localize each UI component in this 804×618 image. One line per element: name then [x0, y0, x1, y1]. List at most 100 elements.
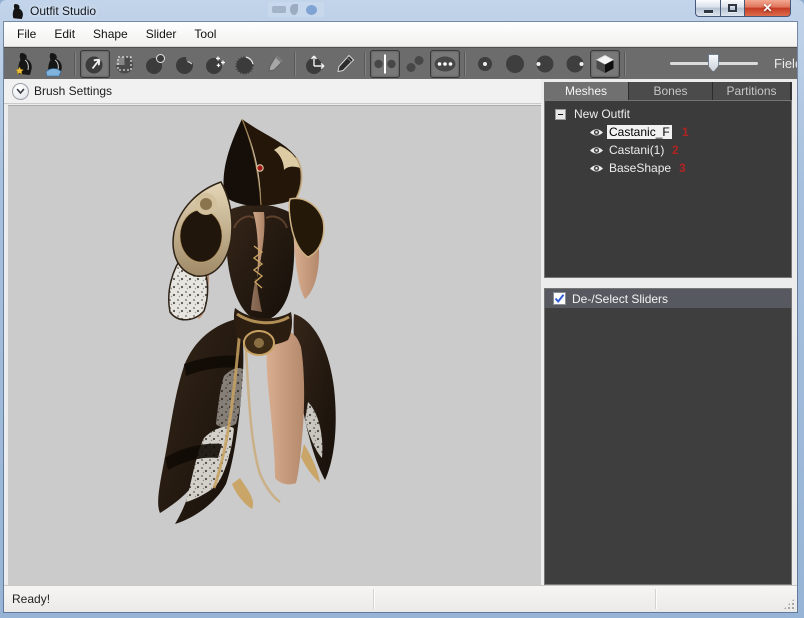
titlebar[interactable]: Outfit Studio ✕ — [0, 0, 804, 22]
tree-item-label: Castanic_F — [607, 125, 672, 139]
brush-falloff-center-button[interactable] — [470, 50, 500, 78]
perspective-view-cube-icon — [593, 52, 617, 76]
tab-meshes[interactable]: Meshes — [544, 82, 629, 100]
menu-bar: File Edit Shape Slider Tool — [4, 22, 797, 47]
toolbar-separator — [74, 52, 76, 76]
brush-settings-label: Brush Settings — [34, 84, 112, 98]
client-area: File Edit Shape Slider Tool — [4, 22, 797, 612]
titlebar-glass-artifacts — [268, 2, 324, 17]
brush-falloff-left-button[interactable] — [530, 50, 560, 78]
viewport-3d[interactable] — [8, 105, 541, 585]
toolbar-separator — [364, 52, 366, 76]
right-panel: Meshes Bones Partitions New Outfit Casta… — [544, 82, 792, 585]
select-tool-icon — [83, 52, 107, 76]
toolbar-separator — [294, 52, 296, 76]
brush-falloff-right-icon — [563, 52, 587, 76]
brush-falloff-center-icon — [473, 52, 497, 76]
minimize-button[interactable] — [695, 0, 720, 17]
deflate-brush-icon — [173, 52, 197, 76]
brush-settings-toggle[interactable] — [12, 83, 29, 100]
status-divider — [655, 589, 657, 609]
close-icon: ✕ — [762, 1, 772, 15]
load-project-button[interactable] — [40, 50, 70, 78]
edit-connected-only-button[interactable] — [400, 50, 430, 78]
pen-tool-button[interactable] — [330, 50, 360, 78]
deselect-sliders-label: De-/Select Sliders — [572, 292, 668, 306]
maximize-button[interactable] — [720, 0, 745, 17]
meshes-tree: New Outfit Castanic_F 1 Castani(1) — [544, 100, 792, 278]
brush-falloff-left-icon — [533, 52, 557, 76]
resize-grip[interactable] — [783, 598, 795, 610]
outfit-model — [8, 106, 541, 585]
maximize-icon — [728, 4, 737, 12]
field-of-view-slider-thumb[interactable] — [708, 54, 719, 72]
checkmark-icon — [554, 293, 565, 304]
menu-edit[interactable]: Edit — [45, 24, 84, 44]
deflate-brush-button[interactable] — [170, 50, 200, 78]
tree-item-castani-1[interactable]: Castani(1) 2 — [545, 141, 791, 159]
weight-brush-icon — [263, 52, 287, 76]
outfit-studio-window: Outfit Studio ✕ File Edit Shape Slider T… — [0, 0, 804, 618]
weight-brush-button[interactable] — [260, 50, 290, 78]
menu-tool[interactable]: Tool — [185, 24, 225, 44]
panel-tabs: Meshes Bones Partitions — [544, 82, 792, 100]
edit-connected-only-icon — [403, 52, 427, 76]
toolbar-separator — [624, 52, 626, 76]
move-brush-button[interactable] — [200, 50, 230, 78]
annotation-2: 2 — [672, 143, 679, 157]
global-brush-collision-icon — [433, 52, 457, 76]
brush-falloff-full-icon — [503, 52, 527, 76]
minimize-icon — [704, 10, 713, 13]
tree-root-label: New Outfit — [572, 107, 632, 121]
menu-shape[interactable]: Shape — [84, 24, 137, 44]
brush-falloff-full-button[interactable] — [500, 50, 530, 78]
brush-settings-bar: Brush Settings — [4, 79, 541, 104]
collapse-icon[interactable] — [555, 109, 566, 120]
field-of-view-slider[interactable] — [670, 62, 758, 65]
x-mirror-button[interactable] — [370, 50, 400, 78]
tree-item-castanic-f[interactable]: Castanic_F 1 — [545, 123, 791, 141]
new-project-button[interactable] — [10, 50, 40, 78]
perspective-view-button[interactable] — [590, 50, 620, 78]
mask-brush-button[interactable] — [110, 50, 140, 78]
toolbar-separator — [464, 52, 466, 76]
new-project-icon — [12, 51, 38, 77]
inflate-brush-icon — [143, 52, 167, 76]
status-divider — [373, 589, 375, 609]
annotation-1: 1 — [682, 125, 689, 139]
window-controls: ✕ — [695, 0, 791, 17]
inflate-brush-button[interactable] — [140, 50, 170, 78]
x-mirror-icon — [373, 52, 397, 76]
field-of-view-control: Field of — [670, 56, 797, 71]
deselect-sliders-checkbox[interactable] — [553, 292, 566, 305]
transform-tool-icon — [303, 52, 327, 76]
toolbar: Field of — [4, 47, 797, 79]
close-button[interactable]: ✕ — [745, 0, 791, 17]
tree-item-label: BaseShape — [607, 161, 673, 175]
tab-partitions[interactable]: Partitions — [713, 82, 791, 100]
move-brush-icon — [203, 52, 227, 76]
brush-falloff-right-button[interactable] — [560, 50, 590, 78]
menu-slider[interactable]: Slider — [137, 24, 186, 44]
annotation-3: 3 — [679, 161, 686, 175]
tree-item-label: Castani(1) — [607, 143, 666, 157]
global-brush-collision-button[interactable] — [430, 50, 460, 78]
visibility-eye-icon[interactable] — [589, 126, 604, 138]
window-title: Outfit Studio — [30, 4, 96, 18]
tree-item-baseshape[interactable]: BaseShape 3 — [545, 159, 791, 177]
mask-brush-icon — [113, 52, 137, 76]
smooth-brush-button[interactable] — [230, 50, 260, 78]
transform-tool-button[interactable] — [300, 50, 330, 78]
select-tool-button[interactable] — [80, 50, 110, 78]
field-of-view-label: Field of — [774, 56, 797, 71]
menu-file[interactable]: File — [8, 24, 45, 44]
status-message: Ready! — [12, 592, 50, 606]
visibility-eye-icon[interactable] — [589, 144, 604, 156]
sliders-list[interactable] — [544, 308, 792, 585]
tree-root-new-outfit[interactable]: New Outfit — [545, 105, 791, 123]
load-project-icon — [42, 51, 68, 77]
main-area: Brush Settings — [4, 79, 797, 585]
visibility-eye-icon[interactable] — [589, 162, 604, 174]
status-bar: Ready! — [4, 585, 797, 612]
tab-bones[interactable]: Bones — [629, 82, 713, 100]
